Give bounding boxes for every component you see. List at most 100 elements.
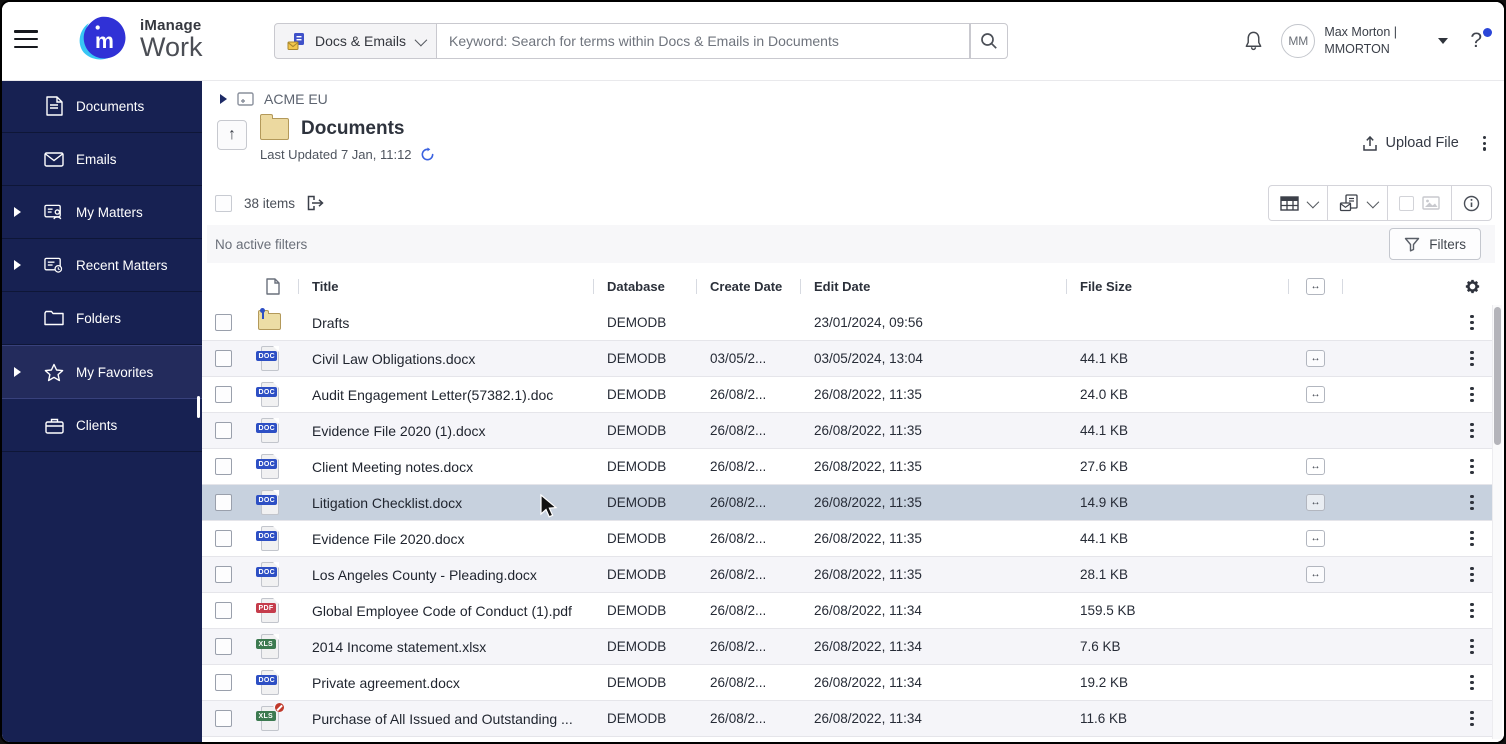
- file-type-column-icon[interactable]: [248, 268, 298, 305]
- row-checkbox[interactable]: [215, 602, 232, 619]
- sidebar-scroll-indicator[interactable]: [197, 396, 200, 418]
- breadcrumb-expand-icon[interactable]: [220, 94, 227, 104]
- row-more-actions-button[interactable]: [1468, 349, 1475, 368]
- document-file-size: 19.2 KB: [1066, 675, 1288, 690]
- column-header-edit-date[interactable]: Edit Date: [800, 268, 1066, 305]
- sidebar-item-label: My Favorites: [76, 365, 153, 380]
- row-more-actions-button[interactable]: [1468, 637, 1475, 656]
- table-row[interactable]: DraftsDEMODB23/01/2024, 09:56: [202, 305, 1494, 341]
- table-row[interactable]: DOCEvidence File 2020.docxDEMODB26/08/2.…: [202, 521, 1494, 557]
- search-input[interactable]: [437, 23, 970, 59]
- sidebar-item-my-favorites[interactable]: My Favorites: [2, 345, 202, 399]
- file-email-view-selector[interactable]: [1328, 186, 1388, 220]
- refresh-icon[interactable]: [420, 147, 435, 162]
- table-row[interactable]: XLSPurchase of All Issued and Outstandin…: [202, 701, 1494, 737]
- expand-arrow-icon[interactable]: [14, 367, 21, 377]
- column-header-database[interactable]: Database: [593, 268, 696, 305]
- help-button[interactable]: ?: [1470, 29, 1490, 53]
- search-button[interactable]: [970, 23, 1008, 59]
- row-more-actions-button[interactable]: [1468, 673, 1475, 692]
- info-panel-button[interactable]: [1452, 186, 1491, 220]
- table-row[interactable]: DOCAudit Engagement Letter(57382.1).docD…: [202, 377, 1494, 413]
- document-title[interactable]: Audit Engagement Letter(57382.1).doc: [298, 387, 593, 403]
- items-count: 38 items: [244, 196, 295, 211]
- table-row[interactable]: DOCLos Angeles County - Pleading.docxDEM…: [202, 557, 1494, 593]
- document-title[interactable]: 2014 Income statement.xlsx: [298, 639, 593, 655]
- row-more-actions-button[interactable]: [1468, 601, 1475, 620]
- hamburger-menu-icon[interactable]: [14, 30, 38, 50]
- row-more-actions-button[interactable]: [1468, 457, 1475, 476]
- sidebar-item-recent-matters[interactable]: Recent Matters: [2, 239, 202, 292]
- sidebar-item-clients[interactable]: Clients: [2, 399, 202, 452]
- row-checkbox[interactable]: [215, 422, 232, 439]
- sidebar-item-my-matters[interactable]: My Matters: [2, 186, 202, 239]
- sidebar-item-documents[interactable]: Documents: [2, 80, 202, 133]
- document-title[interactable]: Private agreement.docx: [298, 675, 593, 691]
- vertical-scrollbar[interactable]: [1492, 305, 1502, 739]
- document-title[interactable]: Litigation Checklist.docx: [298, 495, 593, 511]
- row-checkbox[interactable]: [215, 386, 232, 403]
- document-email-icon: [1339, 194, 1359, 212]
- row-more-actions-button[interactable]: [1468, 385, 1475, 404]
- row-checkbox[interactable]: [215, 494, 232, 511]
- row-checkbox[interactable]: [215, 638, 232, 655]
- document-title[interactable]: Civil Law Obligations.docx: [298, 351, 593, 367]
- table-row[interactable]: DOCPrivate agreement.docxDEMODB26/08/2..…: [202, 665, 1494, 701]
- column-header-file-size[interactable]: File Size: [1066, 268, 1288, 305]
- select-all-checkbox[interactable]: [215, 195, 232, 212]
- row-more-actions-button[interactable]: [1468, 529, 1475, 548]
- table-row[interactable]: DOCCivil Law Obligations.docxDEMODB03/05…: [202, 341, 1494, 377]
- row-checkbox[interactable]: [215, 674, 232, 691]
- document-database: DEMODB: [593, 711, 696, 726]
- row-more-actions-button[interactable]: [1468, 313, 1475, 332]
- table-row[interactable]: PDFGlobal Employee Code of Conduct (1).p…: [202, 593, 1494, 629]
- column-header-create-date[interactable]: Create Date: [696, 268, 800, 305]
- row-checkbox[interactable]: [215, 350, 232, 367]
- document-title[interactable]: Client Meeting notes.docx: [298, 459, 593, 475]
- column-header-title[interactable]: Title: [298, 268, 593, 305]
- user-menu-caret-icon[interactable]: [1438, 38, 1448, 44]
- upload-file-button[interactable]: Upload File: [1362, 135, 1458, 152]
- page-more-actions-button[interactable]: [1481, 134, 1488, 153]
- table-row[interactable]: DOCClient Meeting notes.docxDEMODB26/08/…: [202, 449, 1494, 485]
- export-list-icon[interactable]: [307, 195, 325, 211]
- user-name[interactable]: Max Morton | MMORTON: [1324, 24, 1412, 58]
- document-title[interactable]: Evidence File 2020.docx: [298, 531, 593, 547]
- scrollbar-thumb[interactable]: [1494, 307, 1501, 445]
- breadcrumb[interactable]: ACME EU: [220, 91, 328, 107]
- navigate-up-button[interactable]: ↑: [217, 120, 247, 150]
- expand-arrow-icon[interactable]: [14, 207, 21, 217]
- user-avatar[interactable]: MM: [1281, 24, 1315, 58]
- document-database: DEMODB: [593, 603, 696, 618]
- document-title[interactable]: Los Angeles County - Pleading.docx: [298, 567, 593, 583]
- document-title[interactable]: Drafts: [298, 315, 593, 331]
- row-more-actions-button[interactable]: [1468, 493, 1475, 512]
- row-checkbox[interactable]: [215, 566, 232, 583]
- table-view-selector[interactable]: [1269, 186, 1328, 220]
- document-title[interactable]: Purchase of All Issued and Outstanding .…: [298, 711, 593, 727]
- row-checkbox[interactable]: [215, 710, 232, 727]
- file-doc-icon: DOC: [258, 382, 280, 407]
- filters-button[interactable]: Filters: [1389, 228, 1481, 260]
- document-file-size: 44.1 KB: [1066, 531, 1288, 546]
- disabled-tools: [1388, 186, 1452, 220]
- expand-arrow-icon[interactable]: [14, 260, 21, 270]
- table-row[interactable]: DOCLitigation Checklist.docxDEMODB26/08/…: [202, 485, 1494, 521]
- table-row[interactable]: DOCEvidence File 2020 (1).docxDEMODB26/0…: [202, 413, 1494, 449]
- document-title[interactable]: Evidence File 2020 (1).docx: [298, 423, 593, 439]
- document-title[interactable]: Global Employee Code of Conduct (1).pdf: [298, 603, 593, 619]
- row-more-actions-button[interactable]: [1468, 565, 1475, 584]
- row-checkbox[interactable]: [215, 314, 232, 331]
- row-checkbox[interactable]: [215, 530, 232, 547]
- search-scope-dropdown[interactable]: Docs & Emails: [274, 23, 437, 59]
- row-checkbox[interactable]: [215, 458, 232, 475]
- sidebar-item-label: Documents: [76, 99, 144, 114]
- sidebar-item-folders[interactable]: Folders: [2, 292, 202, 345]
- sidebar-item-emails[interactable]: Emails: [2, 133, 202, 186]
- table-row[interactable]: XLS2014 Income statement.xlsxDEMODB26/08…: [202, 629, 1494, 665]
- notifications-bell-icon[interactable]: [1242, 29, 1265, 53]
- row-more-actions-button[interactable]: [1468, 421, 1475, 440]
- column-settings-button[interactable]: [1450, 268, 1494, 305]
- column-header-checked-out[interactable]: ↔: [1288, 268, 1343, 305]
- row-more-actions-button[interactable]: [1468, 709, 1475, 728]
